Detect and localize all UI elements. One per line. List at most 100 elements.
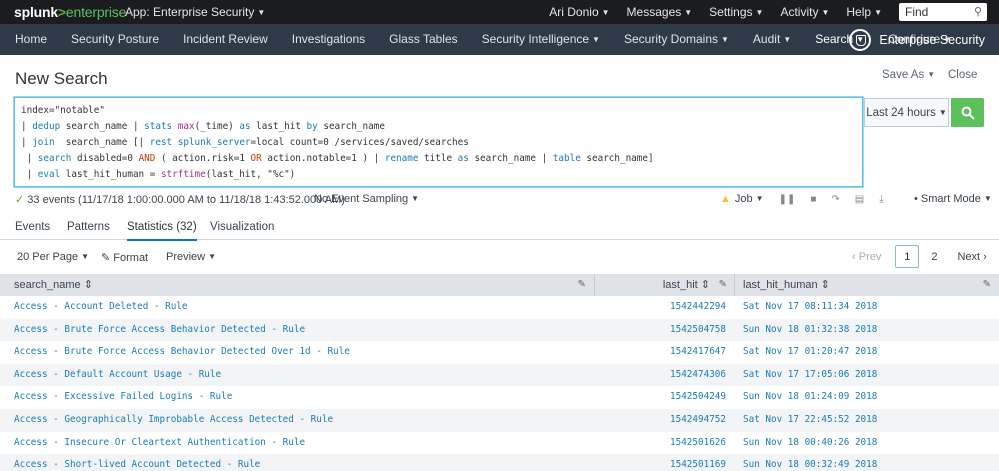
cell-search-name[interactable]: Access - Short-lived Account Detected - …	[0, 454, 595, 471]
chevron-down-icon: ▼	[874, 8, 882, 17]
table-header: search_name ⇕ ✎ last_hit ⇕ ✎ last_hit_huma…	[0, 274, 999, 296]
cell-last-hit-human[interactable]: Sun Nov 18 01:24:09 2018	[735, 386, 999, 409]
activity-label: Activity	[780, 5, 819, 19]
cell-search-name[interactable]: Access - Brute Force Access Behavior Det…	[0, 319, 595, 342]
nav-audit[interactable]: Audit ▼	[738, 24, 791, 55]
cell-last-hit-human[interactable]: Sat Nov 17 22:45:52 2018	[735, 409, 999, 432]
prev-page-button[interactable]: ‹ Prev	[852, 251, 881, 263]
chevron-down-icon: ▼	[938, 108, 947, 117]
cell-search-name[interactable]: Access - Insecure Or Cleartext Authentic…	[0, 432, 595, 455]
pagination: ‹ Prev 1 2 Next ›	[852, 245, 987, 268]
nav-home[interactable]: Home	[0, 24, 47, 55]
tab-visualization[interactable]: Visualization	[210, 221, 274, 233]
pencil-icon[interactable]: ✎	[578, 274, 586, 296]
cell-last-hit[interactable]: 1542501169	[595, 454, 735, 471]
chevron-down-icon: ▼	[684, 8, 693, 17]
pause-icon[interactable]: ❚❚	[779, 194, 796, 205]
brand-sub: enterprise	[65, 4, 127, 20]
export-icon[interactable]: ⤓	[879, 194, 883, 205]
save-as-label: Save As	[882, 69, 925, 81]
page-1-button[interactable]: 1	[895, 245, 920, 268]
search-icon	[961, 106, 975, 120]
cell-last-hit[interactable]: 1542494752	[595, 409, 735, 432]
tab-events[interactable]: Events	[15, 221, 50, 233]
top-bar: splunk>enterprise App: Enterprise Securi…	[0, 0, 999, 24]
query-line: | eval last_hit_human = strftime(last_hi…	[21, 169, 296, 180]
tab-statistics[interactable]: Statistics (32)	[127, 221, 197, 241]
user-name: Ari Donio	[549, 5, 599, 19]
share-icon[interactable]: ↷	[831, 194, 839, 205]
cell-last-hit[interactable]: 1542504758	[595, 319, 735, 342]
run-search-button[interactable]	[951, 98, 984, 127]
settings-label: Settings	[709, 5, 753, 19]
pencil-icon[interactable]: ✎	[719, 274, 727, 296]
cell-last-hit-human[interactable]: Sat Nov 17 17:05:06 2018	[735, 364, 999, 387]
table-row: Access - Insecure Or Cleartext Authentic…	[0, 432, 999, 455]
print-icon[interactable]: ▤	[855, 194, 864, 205]
cell-last-hit[interactable]: 1542417647	[595, 341, 735, 364]
tab-patterns[interactable]: Patterns	[67, 221, 110, 233]
event-sampling-menu[interactable]: No Event Sampling ▼	[314, 193, 419, 205]
chevron-right-icon: ›	[983, 250, 987, 263]
table-row: Access - Excessive Failed Logins - Rule 1…	[0, 386, 999, 409]
chevron-down-icon: ▼	[411, 194, 420, 203]
cell-search-name[interactable]: Access - Brute Force Access Behavior Det…	[0, 341, 595, 364]
cell-search-name[interactable]: Access - Account Deleted - Rule	[0, 296, 595, 319]
nav-glass-tables[interactable]: Glass Tables	[374, 24, 457, 55]
next-page-button[interactable]: Next ›	[957, 251, 986, 263]
table-row: Access - Short-lived Account Detected - …	[0, 454, 999, 471]
chevron-down-icon: ▼	[721, 35, 729, 44]
cell-last-hit-human[interactable]: Sun Nov 18 00:32:49 2018	[735, 454, 999, 471]
find-input[interactable]: Find ⚲	[899, 3, 987, 21]
search-mode-menu[interactable]: • Smart Mode ▼	[914, 193, 992, 205]
search-query-editor[interactable]: index="notable" | dedup search_name | sta…	[14, 97, 863, 187]
pencil-icon[interactable]: ✎	[983, 274, 991, 296]
nav-security-domains[interactable]: Security Domains ▼	[609, 24, 729, 55]
column-label: last_hit_human	[743, 279, 818, 291]
job-menu[interactable]: Job ▼	[735, 193, 764, 205]
cell-last-hit-human[interactable]: Sat Nov 17 08:11:34 2018	[735, 296, 999, 319]
cell-last-hit[interactable]: 1542442294	[595, 296, 735, 319]
cell-last-hit[interactable]: 1542504249	[595, 386, 735, 409]
sort-icon: ⇕	[820, 279, 830, 291]
format-menu[interactable]: ✎ Format	[101, 251, 148, 264]
cell-search-name[interactable]: Access - Geographically Improbable Acces…	[0, 409, 595, 432]
column-header-last-hit-human[interactable]: last_hit_human ⇕ ✎	[735, 274, 999, 296]
chevron-down-icon: ▼	[601, 8, 610, 17]
column-header-last-hit[interactable]: last_hit ⇕ ✎	[595, 274, 735, 296]
time-range-picker[interactable]: Last 24 hours ▼	[864, 98, 949, 127]
preview-menu[interactable]: Preview ▼	[166, 251, 216, 263]
column-header-search-name[interactable]: search_name ⇕ ✎	[0, 274, 595, 296]
per-page-menu[interactable]: 20 Per Page ▼	[17, 251, 89, 263]
cell-search-name[interactable]: Access - Excessive Failed Logins - Rule	[0, 386, 595, 409]
messages-menu[interactable]: Messages ▼	[627, 5, 693, 19]
checkmark-icon: ✓	[15, 194, 25, 206]
app-title-label: Enterprise Security	[879, 32, 985, 47]
stop-icon[interactable]: ■	[810, 194, 816, 205]
user-menu[interactable]: Ari Donio ▼	[549, 5, 609, 19]
nav-security-posture[interactable]: Security Posture	[56, 24, 159, 55]
nav-security-intelligence[interactable]: Security Intelligence ▼	[467, 24, 600, 55]
chevron-down-icon: ▼	[755, 194, 764, 203]
nav-incident-review[interactable]: Incident Review	[168, 24, 268, 55]
cell-last-hit-human[interactable]: Sat Nov 17 01:20:47 2018	[735, 341, 999, 364]
cell-search-name[interactable]: Access - Default Account Usage - Rule	[0, 364, 595, 387]
settings-menu[interactable]: Settings ▼	[709, 5, 763, 19]
page-2-button[interactable]: 2	[931, 251, 937, 263]
cell-last-hit-human[interactable]: Sun Nov 18 00:40:26 2018	[735, 432, 999, 455]
save-as-menu[interactable]: Save As ▼	[882, 69, 935, 81]
page-title: New Search	[15, 69, 108, 88]
splunk-logo[interactable]: splunk>enterprise	[0, 4, 127, 20]
table-row: Access - Geographically Improbable Acces…	[0, 408, 999, 432]
activity-menu[interactable]: Activity ▼	[780, 5, 829, 19]
nav-investigations[interactable]: Investigations	[277, 24, 365, 55]
app-title[interactable]: Enterprise Security	[849, 24, 985, 55]
cell-last-hit[interactable]: 1542474306	[595, 364, 735, 387]
cell-last-hit-human[interactable]: Sun Nov 18 01:32:38 2018	[735, 319, 999, 342]
shield-lock-icon	[849, 28, 872, 51]
close-button[interactable]: Close	[948, 69, 977, 81]
cell-last-hit[interactable]: 1542501626	[595, 432, 735, 455]
help-menu[interactable]: Help ▼	[846, 5, 882, 19]
app-menu[interactable]: App: Enterprise Security ▼	[125, 5, 265, 19]
brand-gt: >	[57, 4, 66, 20]
